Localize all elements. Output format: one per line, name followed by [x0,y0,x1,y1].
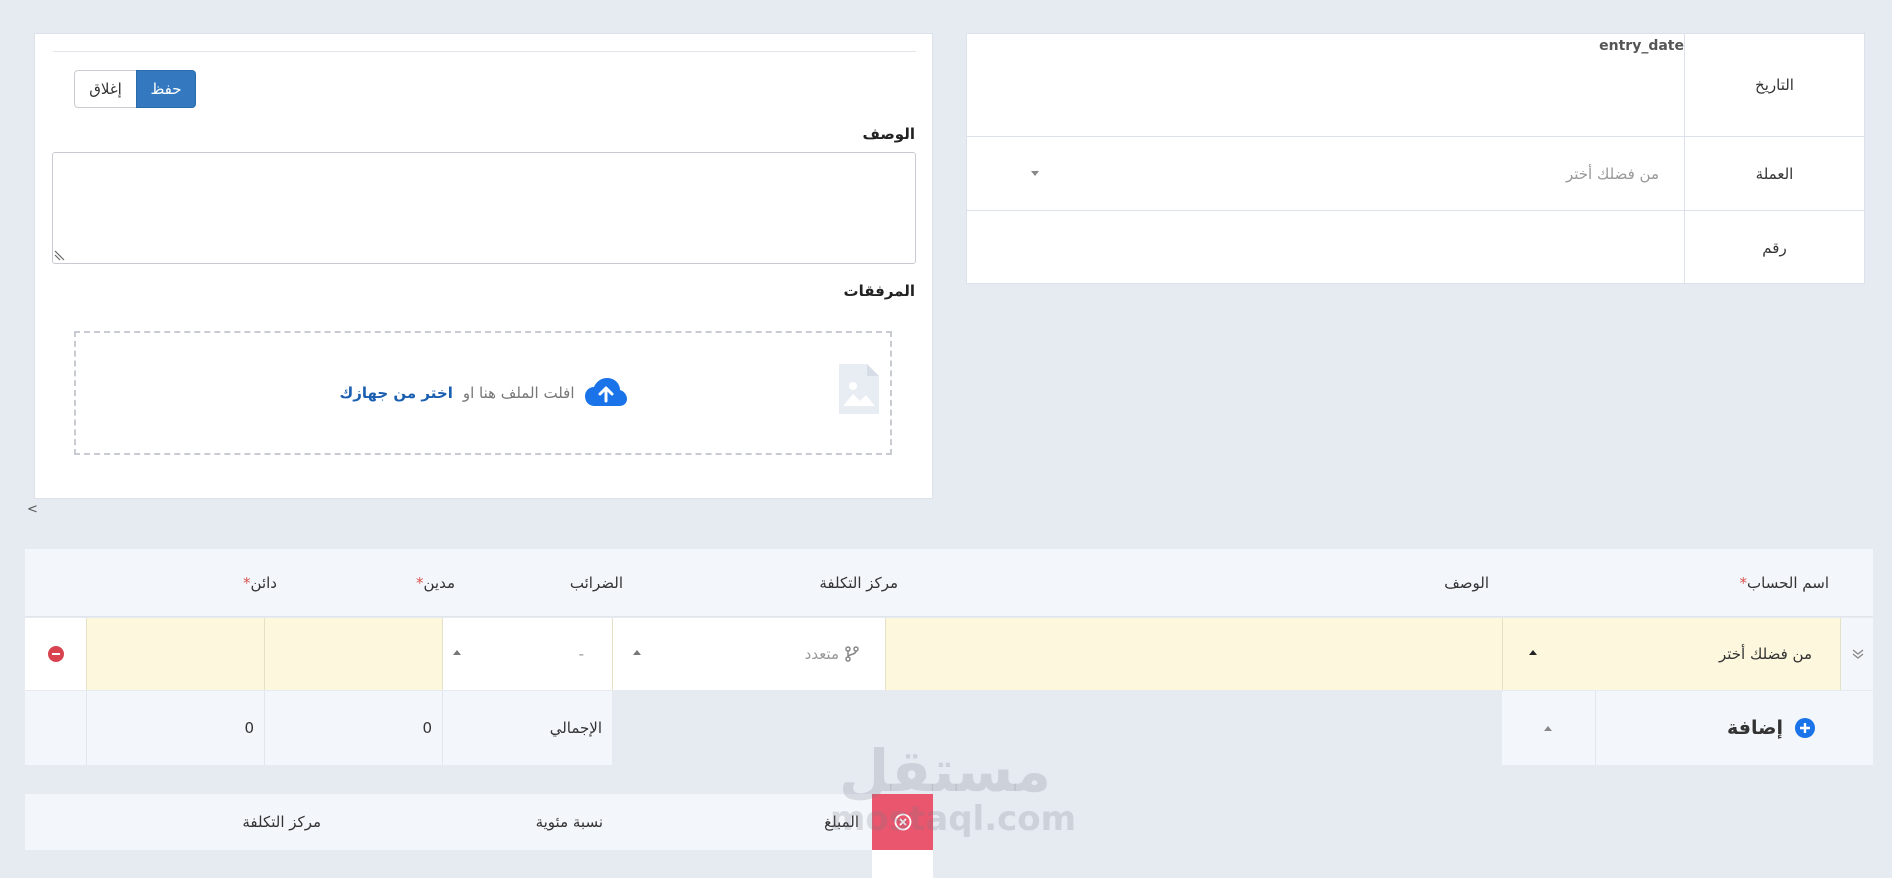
chevron-up-icon [1544,726,1552,731]
header-cost-center: مركز التكلفة [242,813,321,831]
entry-date-input[interactable]: entry_date [1599,38,1684,54]
credit-input[interactable] [86,618,264,690]
account-placeholder: من فضلك أختر [1718,645,1812,663]
header-cost-center: مركز التكلفة [819,574,898,592]
currency-row: من فضلك أختر العملة [967,136,1864,210]
total-label-cell: الإجمالي [442,691,612,765]
dropzone-text: افلت الملف هنا او [462,384,575,402]
chevron-up-icon [1529,650,1537,655]
expand-cell [1840,618,1873,690]
tax-select[interactable]: - [442,618,612,690]
description-input[interactable] [885,618,1502,690]
remove-row-icon[interactable] [48,646,64,662]
close-circle-icon [894,813,911,831]
table-row: - متعدد من فضلك أختر [25,618,1873,690]
header-account: اسم الحساب * [1739,574,1829,592]
total-label: الإجمالي [549,719,602,737]
number-row: رقم [967,210,1864,284]
chevron-down-icon[interactable] [1031,171,1039,176]
number-label: رقم [1684,211,1864,284]
cost-center-distribution-header: المبلغ نسبة مئوية مركز التكلفة [25,794,873,850]
date-label: التاريخ [1684,34,1864,136]
table-header: اسم الحساب * الوصف مركز التكلفة الضرائب م… [25,549,1873,617]
remove-cell [25,618,86,690]
total-debit-cell: 0 [264,691,442,765]
header-debit: مدين * [415,574,455,592]
chevron-up-icon [453,650,461,655]
resize-grip-icon[interactable] [54,249,66,261]
account-select[interactable]: من فضلك أختر [1502,618,1840,690]
plus-circle-icon [1795,718,1815,738]
header-taxes: الضرائب [569,574,623,592]
cost-center-value: متعدد [804,645,839,663]
totals-row: 0 0 الإجمالي إضافة [25,691,1873,765]
add-line-button[interactable]: إضافة [1596,691,1873,765]
chevron-up-icon [633,650,641,655]
branch-icon [845,646,859,662]
notes-panel: إغلاق حفظ الوصف المرفقات افلت الملف هنا … [34,33,933,499]
date-row: entry_date التاريخ [967,34,1864,136]
journal-lines-table: اسم الحساب * الوصف مركز التكلفة الضرائب م… [25,549,1873,765]
add-select[interactable] [1502,691,1596,765]
currency-select[interactable]: من فضلك أختر [1566,137,1659,210]
image-placeholder-icon [839,364,879,414]
total-credit: 0 [244,719,254,737]
header-amount: المبلغ [824,813,859,831]
cost-center-select[interactable]: متعدد [612,618,885,690]
collapse-toggle[interactable]: < [27,502,38,517]
close-button[interactable]: إغلاق [74,70,137,108]
debit-input[interactable] [264,618,442,690]
cloud-upload-icon [584,378,627,406]
total-credit-cell: 0 [86,691,264,765]
currency-label: العملة [1684,137,1864,210]
entry-info-table: entry_date التاريخ من فضلك أختر العملة ر… [966,33,1865,284]
save-button[interactable]: حفظ [136,70,196,108]
description-textarea[interactable] [52,152,916,264]
total-debit: 0 [422,719,432,737]
attachments-label: المرفقات [843,282,915,300]
close-distribution-button[interactable] [872,794,933,850]
form-actions: إغلاق حفظ [74,70,196,108]
add-label: إضافة [1727,717,1783,739]
divider [53,51,916,52]
tax-value: - [578,645,584,663]
description-label: الوصف [862,125,915,143]
double-chevron-down-icon[interactable] [1852,648,1864,660]
header-credit: دائن * [243,574,277,592]
choose-file-link[interactable]: اختر من جهازك [339,384,452,402]
header-percent: نسبة مئوية [535,813,603,831]
file-dropzone[interactable]: افلت الملف هنا او اختر من جهازك [74,331,892,455]
header-description: الوصف [1444,574,1489,592]
